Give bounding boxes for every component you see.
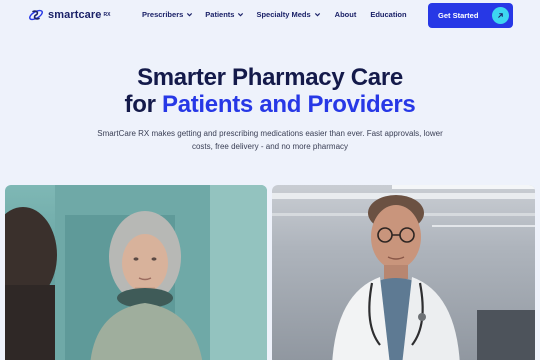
nav-item-label: Education	[370, 10, 407, 19]
chevron-down-icon	[238, 13, 244, 17]
nav-item-patients[interactable]: Patients	[205, 10, 244, 19]
doctor-photo	[272, 185, 535, 360]
chevron-down-icon	[314, 13, 320, 17]
arrow-up-right-icon	[498, 13, 503, 18]
photo-icon	[5, 185, 267, 360]
photo-icon	[272, 185, 535, 360]
nav-item-label: Specialty Meds	[256, 10, 311, 19]
hero-title-line1: Smarter Pharmacy Care	[137, 64, 403, 91]
logo-mark-icon	[29, 9, 43, 21]
chevron-down-icon	[187, 13, 193, 17]
hero-title: Smarter Pharmacy Care for Patients and P…	[0, 64, 540, 118]
cta-arrow-badge	[492, 7, 509, 24]
nav-item-prescribers[interactable]: Prescribers	[142, 10, 193, 19]
get-started-label: Get Started	[438, 11, 479, 20]
top-navigation: smartcare RX Prescribers Patients Special…	[0, 0, 540, 30]
nav-item-label: Prescribers	[142, 10, 184, 19]
nav-item-education[interactable]: Education	[370, 10, 406, 19]
hero-title-accent: Patients and Providers	[161, 91, 416, 118]
nav-item-specialty-meds[interactable]: Specialty Meds	[256, 10, 320, 19]
nav-item-about[interactable]: About	[335, 10, 357, 19]
nav-item-label: Patients	[205, 10, 235, 19]
brand-tm: RX	[103, 12, 111, 18]
brand-logo[interactable]: smartcare RX	[28, 7, 110, 23]
get-started-button[interactable]: Get Started	[428, 3, 513, 28]
hero-subtitle: SmartCare RX makes getting and prescribi…	[97, 129, 443, 151]
hero-title-line2-prefix: for	[124, 91, 162, 118]
nav-item-label: About	[334, 10, 357, 19]
brand-name: smartcare	[48, 9, 102, 21]
main-menu: Prescribers Patients Specialty Meds Abou…	[142, 10, 407, 19]
patient-photo	[5, 185, 267, 360]
